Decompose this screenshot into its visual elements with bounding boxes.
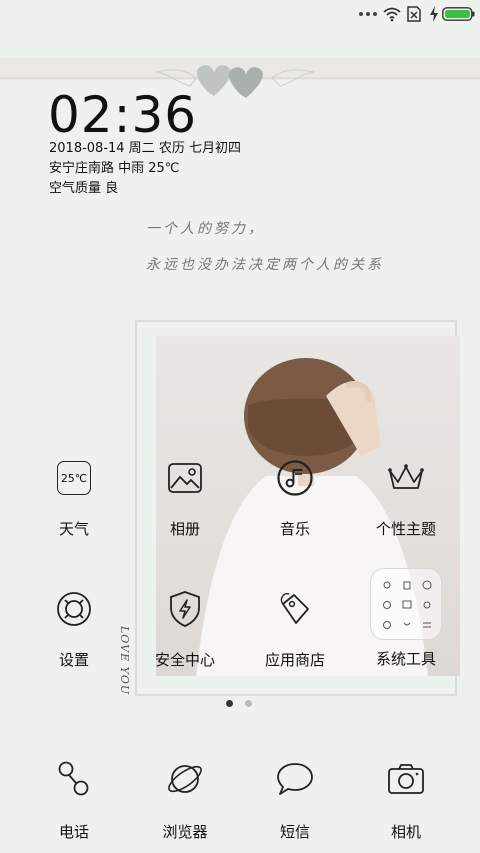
music-icon [273, 456, 317, 500]
dock-label: 短信 [279, 823, 310, 841]
quote-line-2: 永远也没办法决定两个人的关系 [146, 257, 384, 273]
dock-browser[interactable]: 浏览器 [130, 757, 240, 842]
dock-messages[interactable]: 短信 [240, 757, 350, 842]
dock-label: 浏览器 [162, 823, 208, 841]
weather-icon-text: 25℃ [57, 461, 91, 495]
charging-icon [430, 6, 438, 22]
app-label: 个性主题 [375, 520, 436, 538]
security-shield-icon [163, 587, 207, 631]
battery-icon [442, 7, 475, 21]
date-line[interactable]: 2018-08-14 周二 农历 七月初四 [49, 137, 241, 156]
dock-phone[interactable]: 电话 [19, 757, 129, 842]
app-music[interactable]: 音乐 [240, 456, 350, 539]
app-label: 应用商店 [264, 651, 325, 669]
app-label: 设置 [58, 651, 89, 669]
page-dot-active[interactable] [226, 700, 233, 707]
app-label: 天气 [58, 520, 89, 538]
message-bubble-icon [273, 757, 317, 801]
app-gallery[interactable]: 相册 [130, 456, 240, 539]
app-themes[interactable]: 个性主题 [351, 456, 461, 539]
weather-line[interactable]: 安宁庄南路 中雨 25℃ [49, 157, 179, 176]
camera-icon [384, 757, 428, 801]
weather-25c-icon: 25℃ [52, 456, 96, 500]
app-security[interactable]: 安全中心 [130, 587, 240, 670]
page-dot[interactable] [245, 700, 252, 707]
dock-label: 相机 [390, 823, 421, 841]
app-label: 相册 [169, 520, 200, 538]
app-label: 安全中心 [154, 651, 215, 669]
status-bar [0, 0, 480, 28]
air-quality-line[interactable]: 空气质量 良 [49, 177, 118, 196]
app-settings[interactable]: 设置 [19, 587, 129, 670]
clock-time[interactable]: 02:36 [48, 86, 197, 144]
system-tools-folder-icon [370, 568, 442, 640]
browser-planet-icon [163, 757, 207, 801]
wifi-icon [383, 7, 401, 22]
settings-icon [52, 587, 96, 631]
sim-off-icon [407, 6, 421, 22]
app-label: 系统工具 [375, 650, 436, 668]
app-weather[interactable]: 25℃ 天气 [19, 456, 129, 539]
quote-line-1: 一个人的努力， [146, 221, 265, 237]
dock-label: 电话 [58, 823, 89, 841]
app-store-tag-icon [273, 587, 317, 631]
dock-camera[interactable]: 相机 [351, 757, 461, 842]
crown-theme-icon [384, 456, 428, 500]
dots-icon [359, 12, 377, 16]
phone-icon [52, 757, 96, 801]
app-label: 音乐 [279, 520, 310, 538]
app-store[interactable]: 应用商店 [240, 587, 350, 670]
app-system-tools[interactable]: 系统工具 [351, 568, 461, 669]
gallery-icon [163, 456, 207, 500]
